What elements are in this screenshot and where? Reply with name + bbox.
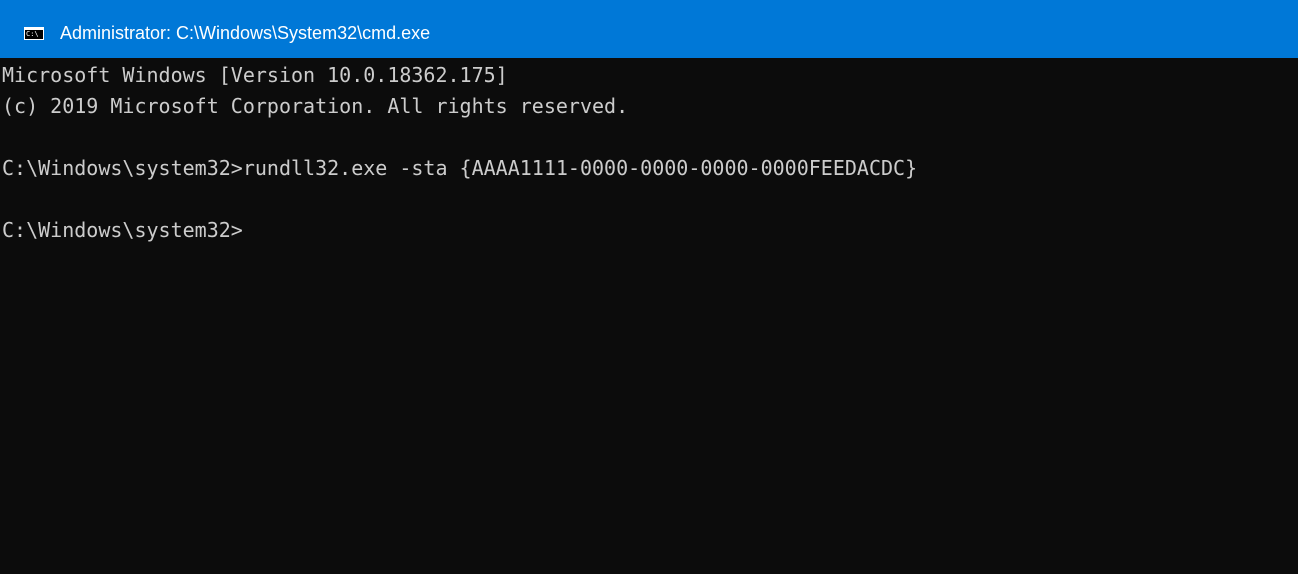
console-output[interactable]: Microsoft Windows [Version 10.0.18362.17…: [0, 58, 1298, 574]
title-bar[interactable]: C:\ Administrator: C:\Windows\System32\c…: [0, 0, 1298, 58]
cmd-window[interactable]: C:\ Administrator: C:\Windows\System32\c…: [0, 0, 1300, 574]
command-prompt[interactable]: C:\Windows\system32>: [2, 215, 1298, 246]
cmd-icon[interactable]: C:\: [24, 27, 44, 40]
window-title: Administrator: C:\Windows\System32\cmd.e…: [60, 23, 431, 43]
console-line: C:\Windows\system32>rundll32.exe -sta {A…: [2, 156, 918, 180]
console-line: Microsoft Windows [Version 10.0.18362.17…: [2, 63, 508, 87]
console-line: (c) 2019 Microsoft Corporation. All righ…: [2, 94, 629, 118]
